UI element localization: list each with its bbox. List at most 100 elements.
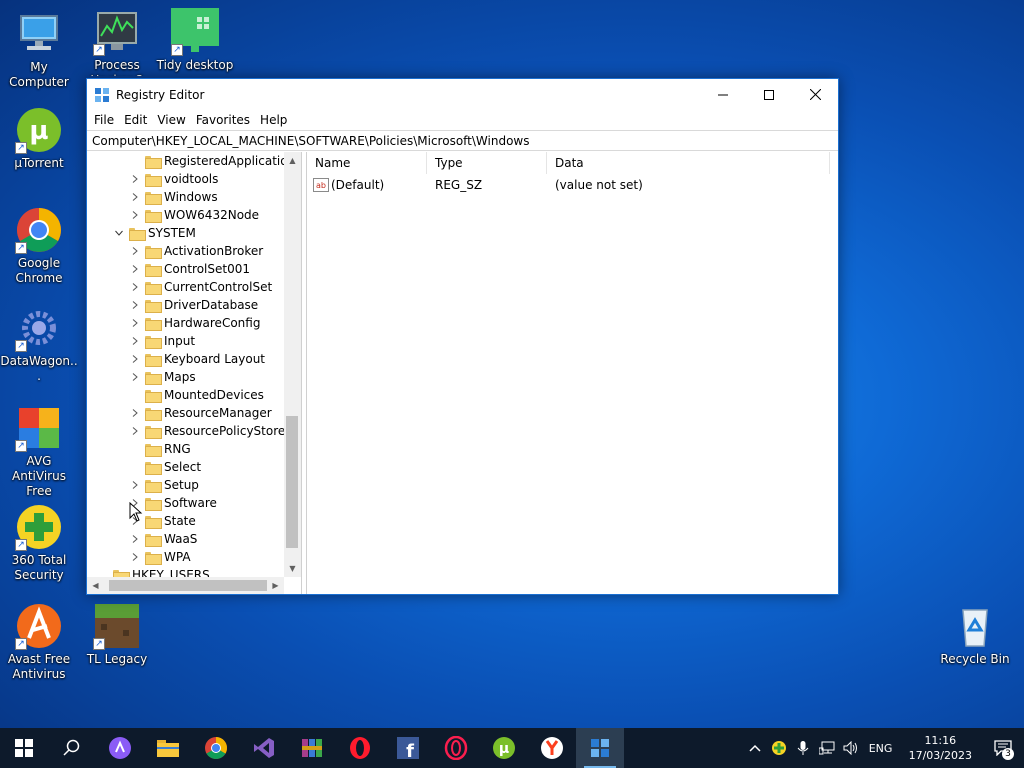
tree-node[interactable]: MountedDevices [129,386,264,404]
tree-node[interactable]: Keyboard Layout [129,350,265,368]
taskbar-opera[interactable] [336,728,384,768]
tree-node[interactable]: HardwareConfig [129,314,260,332]
scroll-up-icon[interactable]: ▲ [284,152,301,169]
value-row[interactable]: ab (Default) REG_SZ (value not set) [307,174,838,196]
taskbar-registry-editor[interactable] [576,728,624,768]
desktop-icon-datawagon[interactable]: ↗ DataWagon... [0,304,78,384]
column-header-name[interactable]: Name [307,152,427,174]
desktop-icon-avast[interactable]: ↗ Avast Free Antivirus [0,602,78,682]
chevron-down-icon[interactable] [113,227,125,239]
desktop-icon-tl-legacy[interactable]: ↗ TL Legacy [78,602,156,667]
taskbar-winrar[interactable] [288,728,336,768]
chevron-right-icon[interactable] [129,191,141,203]
scroll-right-icon[interactable]: ▶ [267,577,284,594]
chevron-right-icon[interactable] [129,533,141,545]
desktop-icon-avg[interactable]: ↗ AVG AntiVirus Free [0,404,78,499]
vertical-scroll-thumb[interactable] [286,416,298,548]
menu-file[interactable]: File [89,113,119,127]
desktop-icon-google-chrome[interactable]: ↗ Google Chrome [0,206,78,286]
start-button[interactable] [0,728,48,768]
tree-node[interactable]: Setup [129,476,199,494]
menu-favorites[interactable]: Favorites [191,113,255,127]
search-button[interactable] [48,728,96,768]
desktop-icon-tidy-desktop[interactable]: ↗ Tidy desktop [156,8,234,73]
chevron-right-icon[interactable] [129,173,141,185]
tray-volume[interactable] [839,728,863,768]
desktop-icon-process-hacker[interactable]: ↗ Process Hacker 2 [78,8,156,76]
tree-node[interactable]: ResourceManager [129,404,272,422]
tree-node[interactable]: ResourcePolicyStore [129,422,285,440]
tray-overflow-button[interactable] [743,728,767,768]
tray-clock[interactable]: 11:16 17/03/2023 [899,733,982,763]
folder-icon [145,371,162,385]
tree-node[interactable]: DriverDatabase [129,296,258,314]
tray-360-security[interactable] [767,728,791,768]
chevron-right-icon[interactable] [129,263,141,275]
maximize-button[interactable] [746,79,792,110]
chevron-right-icon[interactable] [129,551,141,563]
shortcut-arrow-icon: ↗ [15,440,27,452]
chevron-right-icon[interactable] [129,299,141,311]
tree-node[interactable]: Input [129,332,195,350]
horizontal-scroll-thumb[interactable] [109,580,267,591]
taskbar-facebook[interactable]: f [384,728,432,768]
tree-node-label: voidtools [164,172,219,186]
tree-node[interactable]: Maps [129,368,196,386]
menu-edit[interactable]: Edit [119,113,152,127]
minimize-icon [718,94,728,95]
desktop-icon-360-total-security[interactable]: ↗ 360 Total Security [0,503,78,583]
tree-node[interactable]: ActivationBroker [129,242,263,260]
tree-node[interactable]: ControlSet001 [129,260,250,278]
tree-node[interactable]: WOW6432Node [129,206,259,224]
column-header-data[interactable]: Data [547,152,830,174]
tree-node[interactable]: CurrentControlSet [129,278,272,296]
chevron-right-icon[interactable] [129,335,141,347]
desktop-icon-utorrent[interactable]: µ ↗ µTorrent [0,106,78,171]
tree-horizontal-scrollbar[interactable]: ◀ ▶ [87,577,284,594]
scroll-left-icon[interactable]: ◀ [87,577,104,594]
tree-node[interactable]: WaaS [129,530,197,548]
menu-view[interactable]: View [152,113,190,127]
tree-node[interactable]: RNG [129,440,191,458]
desktop-icon-my-computer[interactable]: My Computer [0,10,78,90]
desktop-icon-recycle-bin[interactable]: Recycle Bin [936,602,1014,667]
chevron-right-icon[interactable] [129,245,141,257]
taskbar-file-explorer[interactable] [144,728,192,768]
close-button[interactable] [792,79,838,110]
chevron-right-icon[interactable] [129,281,141,293]
action-center-button[interactable]: 3 [982,728,1024,768]
tray-microphone[interactable] [791,728,815,768]
minimize-button[interactable] [700,79,746,110]
desktop-icon-label: AVG AntiVirus Free [12,454,66,498]
taskbar-opera-gx[interactable] [432,728,480,768]
taskbar-chrome[interactable] [192,728,240,768]
tree-node[interactable]: Select [129,458,201,476]
scroll-down-icon[interactable]: ▼ [284,560,301,577]
chevron-right-icon[interactable] [129,209,141,221]
title-bar[interactable]: Registry Editor [87,79,838,110]
tree-node[interactable]: RegisteredApplications [129,152,301,170]
chevron-right-icon[interactable] [129,353,141,365]
tray-language[interactable]: ENG [863,728,899,768]
chevron-right-icon[interactable] [129,479,141,491]
menu-help[interactable]: Help [255,113,292,127]
address-bar[interactable]: Computer\HKEY_LOCAL_MACHINE\SOFTWARE\Pol… [87,130,838,151]
taskbar-utorrent[interactable]: µ [480,728,528,768]
shortcut-arrow-icon: ↗ [171,44,183,56]
360-security-tray-icon [771,741,786,755]
tree-node[interactable]: Windows [129,188,218,206]
tree-vertical-scrollbar[interactable]: ▲ ▼ [284,152,301,577]
column-header-type[interactable]: Type [427,152,547,174]
tray-network[interactable] [815,728,839,768]
tree-node[interactable]: SYSTEM [113,224,196,242]
tree-node[interactable]: voidtools [129,170,218,188]
taskbar-visual-studio[interactable] [240,728,288,768]
chevron-right-icon[interactable] [129,371,141,383]
tree-node[interactable]: WPA [129,548,191,566]
chevron-right-icon[interactable] [129,425,141,437]
value-name: (Default) [331,178,385,192]
taskbar-yandex[interactable] [528,728,576,768]
taskbar-alice[interactable] [96,728,144,768]
chevron-right-icon[interactable] [129,317,141,329]
chevron-right-icon[interactable] [129,407,141,419]
